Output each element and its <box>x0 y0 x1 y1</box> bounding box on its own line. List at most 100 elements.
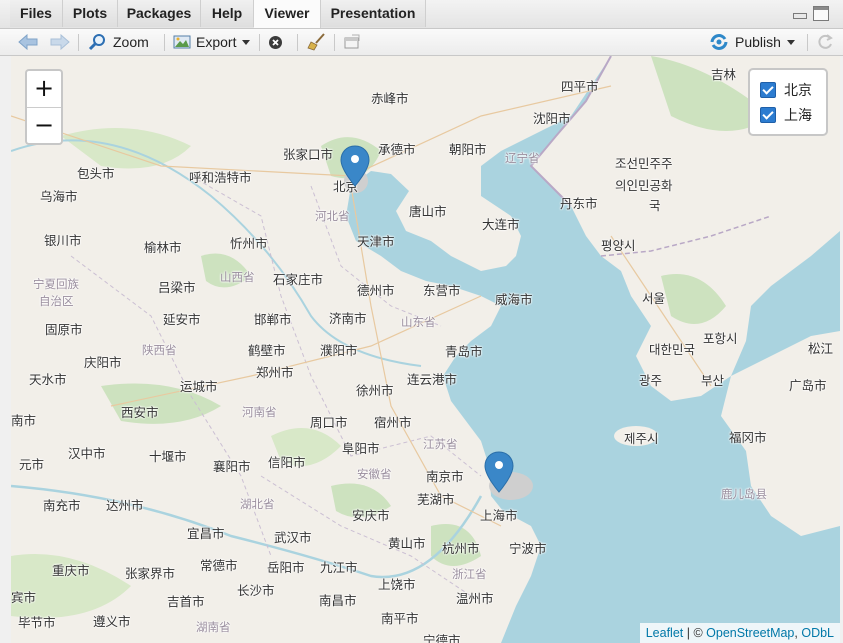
map-label: 南昌市 <box>319 593 357 608</box>
leaflet-map[interactable]: 赤峰市 四平市 吉林 沈阳市 张家口市 承德市 朝阳市 辽宁省 包头市 呼和浩特… <box>11 56 840 643</box>
forward-button[interactable] <box>50 29 70 55</box>
zoom-out-button[interactable]: − <box>27 108 61 144</box>
minimize-pane-button[interactable] <box>791 6 807 21</box>
map-label: 张家口市 <box>283 147 334 162</box>
map-label: 吉林 <box>711 67 737 82</box>
tab-viewer[interactable]: Viewer <box>254 0 321 28</box>
toolbar-separator <box>334 34 335 51</box>
map-label: 邯郸市 <box>254 312 292 327</box>
osm-link[interactable]: OpenStreetMap <box>706 626 794 640</box>
map-label: 沈阳市 <box>533 111 571 126</box>
map-label: 국 <box>649 198 661 213</box>
map-label: 汉中市 <box>68 446 106 461</box>
map-label: 天水市 <box>29 372 67 387</box>
map-label: 吉首市 <box>167 594 205 609</box>
popout-button[interactable] <box>343 29 361 55</box>
close-circle-icon <box>269 35 282 49</box>
toolbar-separator <box>807 34 808 51</box>
broom-icon <box>307 33 325 51</box>
map-label: 의인민공화 <box>615 178 673 193</box>
publish-button[interactable]: Publish <box>709 29 795 55</box>
map-label: 达州市 <box>106 498 144 513</box>
attribution-separator: | © <box>683 626 707 640</box>
map-label: 常德市 <box>200 558 238 573</box>
magnifier-icon <box>88 34 105 51</box>
map-label: 광주 <box>639 373 663 388</box>
clear-viewer-button[interactable] <box>268 29 283 55</box>
arrow-left-icon <box>18 34 38 50</box>
odbl-link[interactable]: ODbL <box>801 626 834 640</box>
export-menu-button[interactable]: Export <box>173 29 251 55</box>
zoom-in-button[interactable]: + <box>27 71 61 108</box>
tab-packages[interactable]: Packages <box>118 0 201 27</box>
map-label: 武汉市 <box>274 530 312 545</box>
map-label: 遵义市 <box>93 614 131 629</box>
tab-presentation[interactable]: Presentation <box>321 0 426 27</box>
publish-label: Publish <box>735 34 781 50</box>
tab-files[interactable]: Files <box>10 0 63 27</box>
map-label: 南平市 <box>381 611 419 626</box>
back-button[interactable] <box>18 29 38 55</box>
map-label: 宁波市 <box>509 541 547 556</box>
map-label: 信阳市 <box>268 455 306 470</box>
chevron-down-icon <box>786 39 795 45</box>
viewer-toolbar: Zoom Export Publish <box>0 29 843 56</box>
map-label: 南充市 <box>43 498 81 513</box>
map-label: 濮阳市 <box>320 343 358 358</box>
toolbar-separator <box>259 34 260 51</box>
refresh-button[interactable] <box>816 29 834 55</box>
map-label: 襄阳市 <box>213 459 251 474</box>
map-label: 宾市 <box>11 590 37 605</box>
map-label: 杭州市 <box>442 541 480 556</box>
layer-toggle-beijing[interactable]: 北京 <box>760 80 812 100</box>
map-label: 阜阳市 <box>342 441 380 456</box>
checkbox-checked-icon[interactable] <box>760 107 776 123</box>
map-marker-beijing[interactable] <box>340 145 370 187</box>
map-label: 东营市 <box>423 283 461 298</box>
refresh-icon <box>818 34 833 49</box>
export-image-icon <box>173 35 191 49</box>
map-label: 鹤壁市 <box>248 343 286 358</box>
map-label: 南京市 <box>426 469 464 484</box>
map-label: 青岛市 <box>445 344 483 359</box>
map-label: 丹东市 <box>560 196 598 211</box>
pin-body <box>340 145 370 187</box>
map-pin-icon <box>340 145 370 187</box>
clear-all-button[interactable] <box>307 29 327 55</box>
map-label: 西安市 <box>121 405 159 420</box>
map-label: 河北省 <box>315 209 350 223</box>
map-label: 十堰市 <box>149 449 187 464</box>
map-label: 乌海市 <box>40 189 78 204</box>
map-label: 石家庄市 <box>273 272 324 287</box>
map-label: 吕梁市 <box>158 280 196 295</box>
tab-help[interactable]: Help <box>201 0 254 27</box>
zoom-button[interactable]: Zoom <box>88 29 149 55</box>
map-label: 天津市 <box>357 234 395 249</box>
map-label: 承德市 <box>378 142 416 157</box>
map-label: 宿州市 <box>374 415 412 430</box>
layer-toggle-shanghai[interactable]: 上海 <box>760 105 812 125</box>
map-attribution: Leaflet | © OpenStreetMap, ODbL <box>639 623 840 643</box>
checkbox-checked-icon[interactable] <box>760 82 776 98</box>
map-label: 山东省 <box>401 315 436 329</box>
map-label: 江苏省 <box>423 437 458 451</box>
map-basemap <box>11 56 840 643</box>
leaflet-link[interactable]: Leaflet <box>646 626 684 640</box>
pin-body <box>484 451 514 493</box>
map-label: 宁夏回族 <box>33 277 79 291</box>
zoom-control: + − <box>25 69 63 145</box>
maximize-pane-button[interactable] <box>813 6 829 21</box>
map-label: 威海市 <box>495 292 533 307</box>
map-label: 上饶市 <box>378 577 416 592</box>
map-label: 张家界市 <box>125 566 176 581</box>
map-marker-shanghai[interactable] <box>484 451 514 493</box>
map-label: 제주시 <box>624 431 659 446</box>
map-label: 朝阳市 <box>449 142 487 157</box>
map-label: 唐山市 <box>409 204 447 219</box>
map-label: 广岛市 <box>789 378 827 393</box>
map-label: 温州市 <box>456 591 494 606</box>
map-label: 上海市 <box>480 508 518 523</box>
map-label: 黄山市 <box>388 536 426 551</box>
tab-plots[interactable]: Plots <box>63 0 118 27</box>
chevron-down-icon <box>242 39 251 45</box>
